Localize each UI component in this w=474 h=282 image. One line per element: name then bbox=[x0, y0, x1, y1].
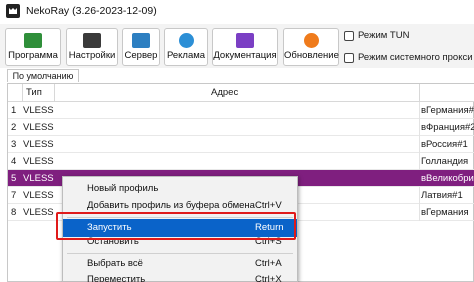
program-icon bbox=[24, 33, 42, 48]
row-name: вГермания#1 bbox=[421, 105, 474, 116]
server-menu-button[interactable]: Сервер bbox=[122, 28, 160, 66]
tun-mode-label: Режим TUN bbox=[358, 30, 410, 41]
row-type: VLESS bbox=[23, 190, 54, 201]
system-proxy-box[interactable] bbox=[344, 52, 354, 63]
row-number: 2 bbox=[11, 122, 17, 133]
row-type: VLESS bbox=[23, 173, 54, 184]
row-type: VLESS bbox=[23, 207, 54, 218]
title-bar: NekoRay (3.26-2023-12-09) bbox=[0, 0, 474, 22]
settings-menu-button[interactable]: Настройки bbox=[66, 28, 118, 66]
menu-item-shortcut: Ctrl+X bbox=[255, 274, 282, 282]
ads-button[interactable]: Реклама bbox=[164, 28, 208, 66]
documentation-button[interactable]: Документация bbox=[212, 28, 278, 66]
program-label: Программа bbox=[8, 50, 58, 61]
menu-item-label: Переместить bbox=[87, 274, 146, 282]
terminal-settings-icon bbox=[83, 33, 101, 48]
nekoray-logo-icon bbox=[6, 4, 20, 18]
tun-mode-checkbox[interactable]: Режим TUN bbox=[344, 30, 409, 41]
table-header: Тип Адрес bbox=[8, 84, 474, 102]
menu-separator bbox=[67, 253, 293, 254]
help-question-icon bbox=[236, 33, 254, 48]
row-type: VLESS bbox=[23, 105, 54, 116]
highlight-annotation bbox=[56, 212, 296, 240]
menu-item-new-profile[interactable]: Новый профиль bbox=[63, 180, 297, 198]
row-number: 3 bbox=[11, 139, 17, 150]
tun-mode-box[interactable] bbox=[344, 30, 354, 41]
row-type: VLESS bbox=[23, 139, 54, 150]
row-number: 5 bbox=[11, 173, 17, 184]
table-row[interactable]: 1 VLESS вГермания#1 bbox=[8, 102, 474, 119]
update-arrow-icon bbox=[303, 33, 319, 48]
globe-icon bbox=[178, 33, 194, 48]
system-proxy-checkbox[interactable]: Режим системного прокси bbox=[344, 52, 473, 63]
row-name: Латвия#1 bbox=[421, 190, 463, 201]
settings-label: Настройки bbox=[68, 50, 116, 61]
program-menu-button[interactable]: Программа bbox=[5, 28, 61, 66]
row-name: вФранция#2 bbox=[421, 122, 474, 133]
server-icon bbox=[132, 33, 150, 48]
row-type: VLESS bbox=[23, 122, 54, 133]
row-number: 7 bbox=[11, 190, 17, 201]
update-button[interactable]: Обновление bbox=[283, 28, 339, 66]
table-row[interactable]: 3 VLESS вРоссия#1 bbox=[8, 136, 474, 153]
row-number: 1 bbox=[11, 105, 17, 116]
row-name: Голландия bbox=[421, 156, 469, 167]
server-label: Сервер bbox=[124, 50, 158, 61]
row-number: 8 bbox=[11, 207, 17, 218]
row-type: VLESS bbox=[23, 156, 54, 167]
table-row[interactable]: 4 VLESS Голландия bbox=[8, 153, 474, 170]
system-proxy-label: Режим системного прокси bbox=[358, 52, 473, 63]
tab-default-group[interactable]: По умолчанию bbox=[7, 69, 79, 82]
header-type[interactable]: Тип bbox=[26, 84, 42, 102]
menu-item-move[interactable]: Переместить Ctrl+X bbox=[63, 271, 297, 282]
table-row[interactable]: 2 VLESS вФранция#2 bbox=[8, 119, 474, 136]
row-name: вГермания bbox=[421, 207, 469, 218]
row-number: 4 bbox=[11, 156, 17, 167]
row-name: вРоссия#1 bbox=[421, 139, 468, 150]
documentation-label: Документация bbox=[213, 50, 277, 61]
update-label: Обновление bbox=[284, 50, 339, 61]
toolbar: Программа Настройки Сервер Реклама Докум… bbox=[0, 24, 474, 68]
window-title: NekoRay (3.26-2023-12-09) bbox=[26, 5, 157, 17]
ads-label: Реклама bbox=[166, 50, 206, 61]
header-address[interactable]: Адрес bbox=[211, 84, 238, 102]
menu-item-label: Новый профиль bbox=[87, 183, 159, 194]
row-name: вВеликобри bbox=[421, 173, 474, 184]
